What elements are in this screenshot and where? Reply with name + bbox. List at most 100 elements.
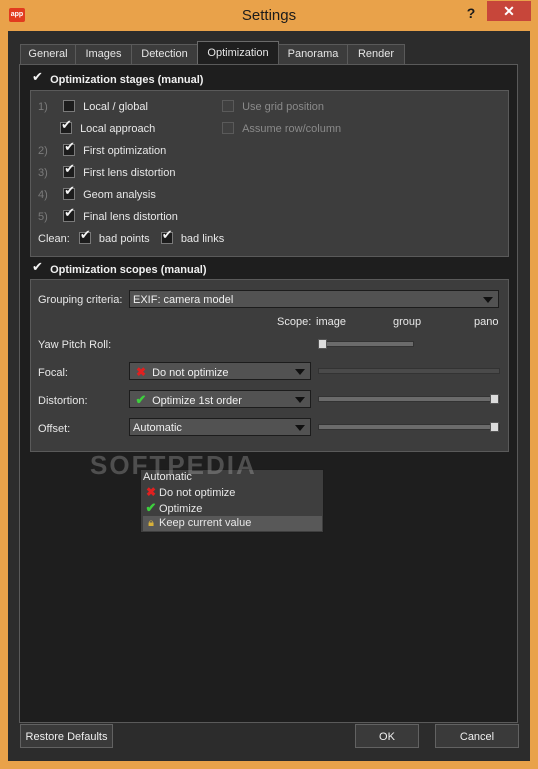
geom-analysis-checkbox[interactable] — [63, 184, 76, 200]
stage-row-1: 1) Local / global — [38, 99, 148, 115]
local-global-checkbox[interactable] — [63, 100, 76, 112]
scope-group-label: group — [393, 316, 422, 328]
chevron-down-icon — [295, 369, 305, 375]
dropdown-option-do-not-optimize[interactable]: ✖ Do not optimize — [143, 485, 322, 500]
grid-position-row: Use grid position — [222, 99, 324, 115]
stage-label: Geom analysis — [83, 189, 156, 201]
distortion-select[interactable]: ✔ Optimize 1st order — [129, 390, 311, 408]
stage-label: Final lens distortion — [83, 211, 178, 223]
offset-slider[interactable] — [318, 424, 500, 430]
stage-num: 4) — [38, 189, 48, 201]
tab-panorama[interactable]: Panorama — [278, 44, 348, 64]
stages-header[interactable]: Optimization stages (manual) — [32, 70, 204, 88]
scopes-title: Optimization scopes (manual) — [50, 264, 207, 276]
stage-num: 5) — [38, 211, 48, 223]
stage-num: 1) — [38, 101, 48, 113]
focal-select[interactable]: ✖ Do not optimize — [129, 362, 311, 380]
help-button[interactable]: ? — [460, 4, 482, 22]
close-button[interactable]: ✕ — [487, 1, 531, 21]
grouping-criteria-label: Grouping criteria: — [38, 294, 123, 306]
offset-select[interactable]: Automatic — [129, 418, 311, 436]
grid-position-checkbox[interactable] — [222, 100, 234, 112]
checkmark-icon: ✔ — [145, 500, 157, 515]
window-frame-bottom — [0, 761, 538, 769]
window-title: Settings — [241, 7, 297, 24]
ypr-slider[interactable] — [318, 341, 414, 347]
chevron-down-icon — [295, 397, 305, 403]
chevron-down-icon — [295, 425, 305, 431]
cross-icon: ✖ — [145, 485, 157, 499]
tab-images[interactable]: Images — [75, 44, 132, 64]
bad-points-label: bad points — [98, 233, 150, 245]
focal-value: Do not optimize — [152, 367, 229, 379]
bad-points-checkbox[interactable] — [78, 228, 91, 244]
stage-label: Local approach — [80, 123, 156, 135]
distortion-label: Distortion: — [38, 395, 88, 407]
stage-label: First lens distortion — [83, 167, 176, 179]
watermark: SOFTPEDIA — [90, 450, 257, 480]
bad-links-checkbox[interactable] — [160, 228, 173, 244]
checkmark-icon: ✔ — [135, 392, 147, 407]
tab-optimization[interactable]: Optimization — [197, 41, 279, 65]
scopes-enable-checkbox[interactable] — [32, 260, 43, 276]
stage-row-2: 2) First optimization — [38, 140, 167, 159]
clean-row: Clean: bad points bad links — [38, 228, 225, 247]
grouping-criteria-value: EXIF: camera model — [133, 294, 234, 306]
row-column-row: Assume row/column — [222, 121, 341, 137]
scope-image-label: image — [316, 316, 346, 328]
option-label: Optimize — [159, 503, 203, 515]
stage-label: First optimization — [83, 145, 167, 157]
offset-label: Offset: — [38, 423, 71, 435]
tab-general[interactable]: General — [20, 44, 76, 64]
stages-enable-checkbox[interactable] — [32, 70, 43, 86]
grid-position-label: Use grid position — [242, 101, 324, 113]
restore-defaults-button[interactable]: Restore Defaults — [20, 724, 113, 748]
stage-num: 2) — [38, 145, 48, 157]
row-column-label: Assume row/column — [242, 123, 342, 135]
cross-icon: ✖ — [135, 365, 147, 379]
tab-detection[interactable]: Detection — [131, 44, 198, 64]
optimization-panel: Optimization stages (manual) 1) Local / … — [19, 64, 518, 723]
distortion-slider[interactable] — [318, 396, 500, 402]
row-column-checkbox[interactable] — [222, 122, 234, 134]
clean-label: Clean: — [38, 233, 70, 245]
scopes-group: Grouping criteria: EXIF: camera model Sc… — [30, 279, 509, 452]
ypr-label: Yaw Pitch Roll: — [38, 339, 112, 351]
first-optimization-checkbox[interactable] — [63, 140, 76, 156]
stage-label: Local / global — [83, 101, 148, 113]
stage-row-4: 4) Geom analysis — [38, 184, 156, 203]
distortion-slider-thumb[interactable] — [490, 394, 499, 404]
offset-value: Automatic — [133, 422, 182, 434]
window-frame-left — [0, 31, 8, 769]
dialog-client: General Images Detection Optimization Pa… — [8, 31, 530, 761]
stage-row-3: 3) First lens distortion — [38, 162, 176, 181]
stage-num: 3) — [38, 167, 48, 179]
option-label: Keep current value — [159, 517, 252, 529]
focal-slider — [318, 368, 500, 374]
scope-label: Scope: — [277, 316, 312, 328]
ypr-slider-thumb[interactable] — [318, 339, 327, 349]
dropdown-option-optimize[interactable]: ✔ Optimize — [143, 500, 322, 515]
first-lens-distortion-checkbox[interactable] — [63, 162, 76, 178]
dropdown-option-keep-current[interactable]: 🔒︎ Keep current value — [143, 516, 322, 531]
stages-group: 1) Local / global Local approach 2) Firs… — [30, 90, 509, 257]
stage-row-5: 5) Final lens distortion — [38, 206, 178, 225]
scope-pano-label: pano — [474, 316, 499, 328]
final-lens-distortion-checkbox[interactable] — [63, 206, 76, 222]
window-frame-right — [530, 31, 538, 769]
tab-render[interactable]: Render — [347, 44, 405, 64]
scopes-header[interactable]: Optimization scopes (manual) — [32, 260, 207, 278]
lock-icon: 🔒︎ — [148, 517, 154, 529]
focal-label: Focal: — [38, 367, 68, 379]
bad-links-label: bad links — [180, 233, 225, 245]
grouping-criteria-select[interactable]: EXIF: camera model — [129, 290, 499, 308]
stages-title: Optimization stages (manual) — [50, 74, 204, 86]
option-label: Do not optimize — [159, 487, 236, 499]
offset-slider-thumb[interactable] — [490, 422, 499, 432]
local-approach-checkbox[interactable] — [60, 118, 72, 134]
cancel-button[interactable]: Cancel — [435, 724, 519, 748]
distortion-value: Optimize 1st order — [152, 395, 242, 407]
chevron-down-icon — [483, 297, 493, 303]
title-bar: app Settings ? ✕ — [0, 0, 538, 31]
ok-button[interactable]: OK — [355, 724, 419, 748]
